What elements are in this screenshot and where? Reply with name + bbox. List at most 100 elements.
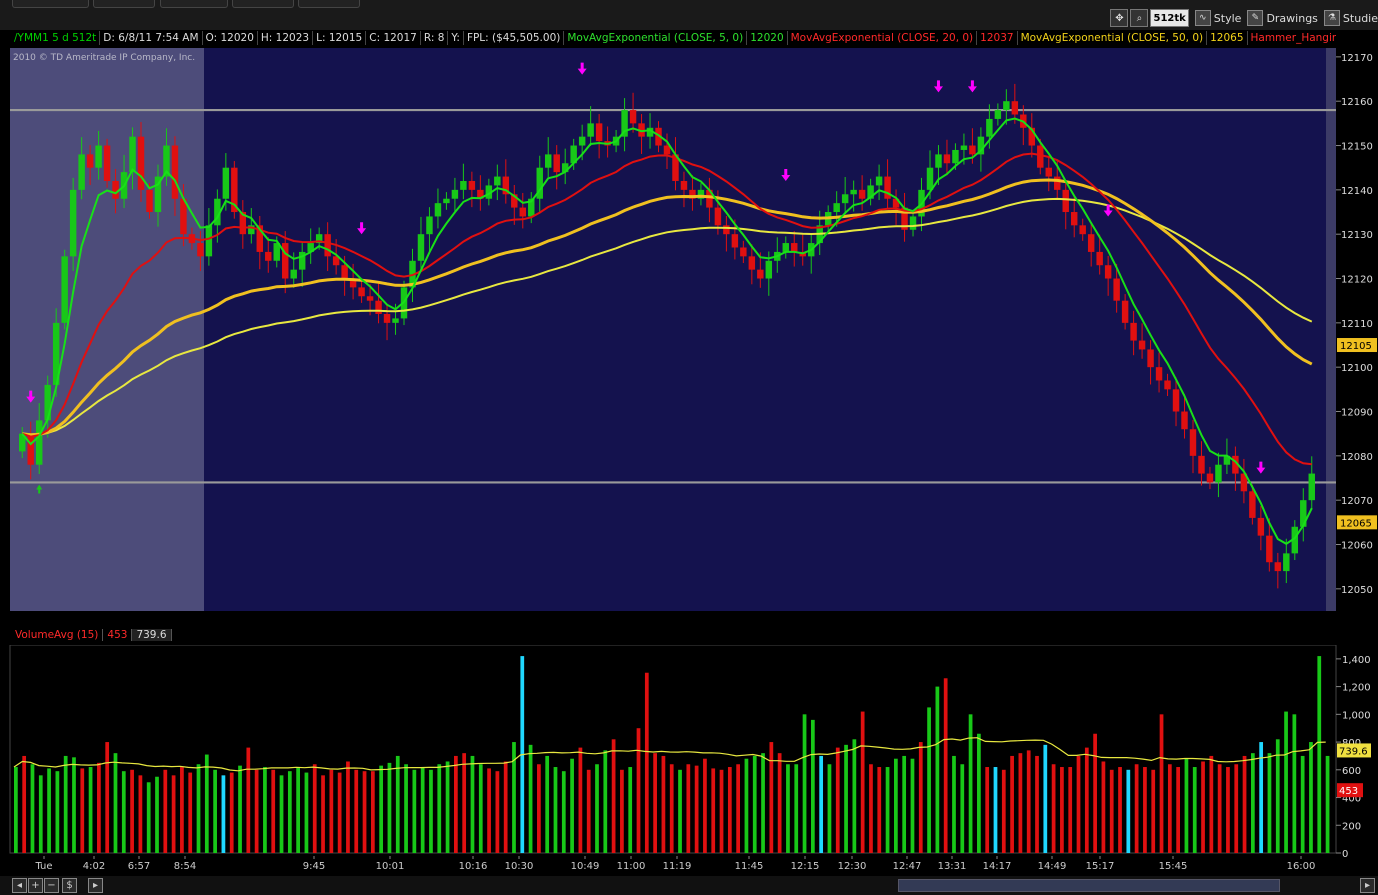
style-menu[interactable]: ∿ Style <box>1194 10 1241 26</box>
candle-body <box>1257 517 1265 536</box>
price-tick-label: 12100 <box>1341 363 1373 374</box>
dollar-icon[interactable]: $ <box>62 878 77 893</box>
volume-bar <box>885 767 890 853</box>
volume-last-badge-text: 453 <box>1339 786 1358 797</box>
volume-bar <box>595 764 599 853</box>
toolbar-tab[interactable] <box>93 0 155 8</box>
candle-body <box>383 313 391 323</box>
candle-body <box>434 203 442 217</box>
volume-bar <box>163 769 168 853</box>
scroll-right-icon[interactable]: ▸ <box>1360 878 1375 893</box>
arrow-right-icon[interactable]: ▸ <box>88 878 103 893</box>
candle-body <box>44 384 51 421</box>
candle-body <box>519 207 527 217</box>
candle-body <box>1054 176 1061 190</box>
zoom-in-icon[interactable]: + <box>28 878 43 893</box>
volume-bar <box>63 755 68 853</box>
price-chart[interactable]: 2010 © TD Ameritrade IP Company, Inc. 121… <box>0 46 1378 614</box>
volume-bar <box>545 755 550 853</box>
toolbar-tab[interactable] <box>298 0 360 8</box>
volume-bar <box>387 762 392 853</box>
volume-bar <box>1026 750 1031 853</box>
candle-body <box>782 243 789 252</box>
volume-bar <box>1093 733 1097 853</box>
price-tick-label: 12130 <box>1341 230 1373 241</box>
volume-bar <box>487 768 491 853</box>
volume-bar <box>279 775 284 853</box>
volume-bar <box>138 775 143 853</box>
time-scrollbar[interactable] <box>898 879 1280 892</box>
volume-bar <box>346 761 350 853</box>
volume-bar <box>379 765 384 853</box>
candle-body <box>1249 491 1256 518</box>
volume-bar <box>960 764 965 853</box>
volume-bar <box>894 758 898 853</box>
ema20-label[interactable]: MovAvgExponential (CLOSE, 20, 0) <box>788 31 978 45</box>
volume-bar <box>204 754 209 853</box>
price-tick-label: 12060 <box>1341 541 1373 552</box>
hammer-study-label[interactable]: Hammer_HangingMan (14,... <box>1248 31 1337 45</box>
volume-bar <box>935 686 940 853</box>
volume-bar <box>578 747 583 853</box>
candle-body <box>553 154 560 173</box>
candle-body <box>1215 464 1222 483</box>
toolbar-tab[interactable] <box>232 0 294 8</box>
volume-chart[interactable]: 1,4001,2001,0008006004002000739.6453 <box>0 645 1378 857</box>
time-tick-label: Tue <box>34 861 52 872</box>
price-tick-label: 12080 <box>1341 452 1373 463</box>
candle-body <box>460 180 467 190</box>
volume-bar <box>470 755 475 853</box>
ema5-label[interactable]: MovAvgExponential (CLOSE, 5, 0) <box>564 31 748 45</box>
volume-bar <box>786 764 790 853</box>
arrow-left-icon[interactable]: ◂ <box>12 878 27 893</box>
volume-bar <box>362 771 367 853</box>
volume-bar <box>246 747 251 853</box>
volume-bar <box>454 755 458 853</box>
volume-bar <box>1010 755 1014 853</box>
volume-bar <box>404 764 408 853</box>
studies-menu[interactable]: ⚗ Studie <box>1323 10 1378 26</box>
zoom-icon[interactable]: ⌕ <box>1130 9 1149 27</box>
zoom-out-icon[interactable]: − <box>44 878 59 893</box>
tick-aggregation-button[interactable]: 512tk <box>1150 9 1189 27</box>
flask-icon: ⚗ <box>1323 10 1340 26</box>
drawings-menu[interactable]: ✎ Drawings <box>1247 10 1318 26</box>
volume-bar <box>155 776 159 853</box>
volume-bar <box>727 767 732 853</box>
candle-body <box>1011 101 1019 115</box>
candle-body <box>578 136 586 146</box>
candle-body <box>969 145 976 155</box>
candle-body <box>265 251 272 261</box>
volume-bar <box>354 769 359 853</box>
candle-body <box>841 194 849 204</box>
candle-body <box>994 110 1002 119</box>
candle-body <box>1147 349 1154 368</box>
candle-body <box>222 167 230 199</box>
symbol-label[interactable]: /YMM1 5 d 512t <box>11 31 101 45</box>
volume-bar <box>1325 755 1330 853</box>
candle-body <box>112 180 119 199</box>
volume-study-label[interactable]: VolumeAvg (15) <box>11 628 104 641</box>
time-tick-label: 16:00 <box>1287 861 1316 872</box>
volume-bar <box>694 765 699 853</box>
volume-bar <box>1284 711 1288 853</box>
volume-bar <box>686 764 691 853</box>
volume-bar <box>420 767 425 853</box>
time-tick-label: 4:02 <box>83 861 105 872</box>
ema50-badge-text: 12105 <box>1340 341 1372 352</box>
candle-body <box>443 198 450 204</box>
candle-body <box>137 136 145 190</box>
candle-body <box>723 225 730 235</box>
ema50-value: 12065 <box>1207 31 1248 45</box>
toolbar-tab[interactable] <box>12 0 89 8</box>
bar-range: R: 8 <box>421 31 449 45</box>
ema50-label[interactable]: MovAvgExponential (CLOSE, 50, 0) <box>1018 31 1208 45</box>
candle-body <box>129 136 136 173</box>
crosshair-icon[interactable]: ✥ <box>1110 9 1129 27</box>
toolbar-tab[interactable] <box>160 0 228 8</box>
volume-bar <box>1275 739 1280 853</box>
candle-body <box>392 318 399 323</box>
candle-body <box>731 234 739 248</box>
volume-bar <box>537 764 541 853</box>
volume-bar <box>495 771 500 853</box>
